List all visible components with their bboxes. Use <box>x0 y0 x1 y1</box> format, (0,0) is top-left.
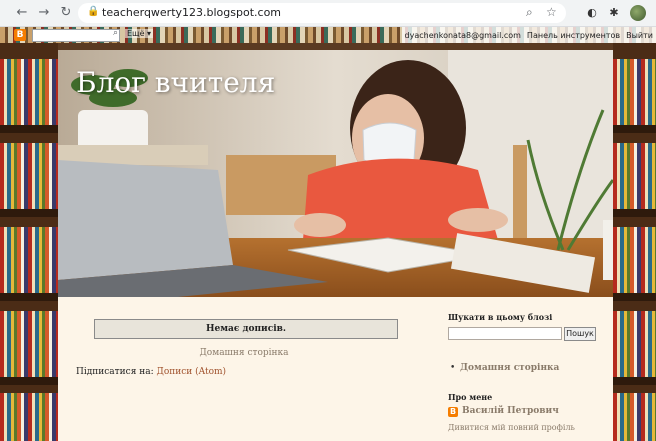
dashboard-link[interactable]: Панель инструментов <box>527 31 620 40</box>
forward-arrow-icon[interactable]: → <box>36 5 52 21</box>
blogger-profile-icon: B <box>448 407 458 417</box>
search-button[interactable]: Пошук <box>564 327 596 341</box>
bookshelf-background-right <box>613 43 656 441</box>
back-arrow-icon[interactable]: ← <box>14 5 30 21</box>
navbar-account-links: dyachenkonata8@gmail.com Панель инструме… <box>401 27 656 43</box>
blog-title[interactable]: Блог вчителя <box>76 66 275 99</box>
blogger-logo-icon[interactable]: B <box>14 29 26 41</box>
about-me-title: Про мене <box>448 392 493 402</box>
home-page-link[interactable]: Домашня сторінка <box>58 348 430 358</box>
subscribe-label: Підписатися на: <box>76 367 154 377</box>
zoom-icon[interactable]: ⌕ <box>526 5 533 20</box>
list-bullet: • <box>450 363 456 373</box>
search-icon[interactable]: ⌕ <box>113 28 118 38</box>
signout-link[interactable]: Выйти <box>626 31 653 40</box>
bookmark-star-icon[interactable]: ☆ <box>546 5 557 19</box>
subscribe-line: Підписатися на: Дописи (Atom) <box>76 367 226 377</box>
atom-feed-link[interactable]: Дописи (Atom) <box>157 367 227 377</box>
lock-icon: 🔒 <box>87 6 100 17</box>
profile-name-link[interactable]: Василій Петрович <box>462 406 559 416</box>
no-posts-message: Немає дописів. <box>94 319 398 339</box>
pages-home-link[interactable]: Домашня сторінка <box>460 363 559 373</box>
full-profile-link[interactable]: Дивитися мій повний профіль <box>448 423 575 432</box>
blog-header: Блог вчителя <box>58 50 613 297</box>
extension-circle-icon[interactable]: ◐ <box>584 5 600 21</box>
blog-search-input[interactable] <box>448 327 562 340</box>
search-widget-title: Шукати в цьому блозі <box>448 312 553 322</box>
address-bar[interactable]: 🔒 teacherqwerty123.blogspot.com ⌕ ☆ <box>78 3 566 23</box>
main-content: Немає дописів. Домашня сторінка Підписат… <box>58 297 613 441</box>
blogger-navbar: B ⌕ Ещё ▾ dyachenkonata8@gmail.com Панел… <box>0 27 656 43</box>
account-email[interactable]: dyachenkonata8@gmail.com <box>405 31 521 40</box>
extensions-puzzle-icon[interactable]: ✱ <box>606 5 622 21</box>
navbar-search-input[interactable]: ⌕ <box>32 28 120 42</box>
reload-icon[interactable]: ↻ <box>58 5 74 21</box>
browser-toolbar: ← → ↻ 🔒 teacherqwerty123.blogspot.com ⌕ … <box>0 0 656 27</box>
bookshelf-background-left <box>0 43 58 441</box>
url-text: teacherqwerty123.blogspot.com <box>102 6 282 19</box>
profile-avatar[interactable] <box>630 5 646 21</box>
navbar-more-menu[interactable]: Ещё ▾ <box>125 29 154 38</box>
